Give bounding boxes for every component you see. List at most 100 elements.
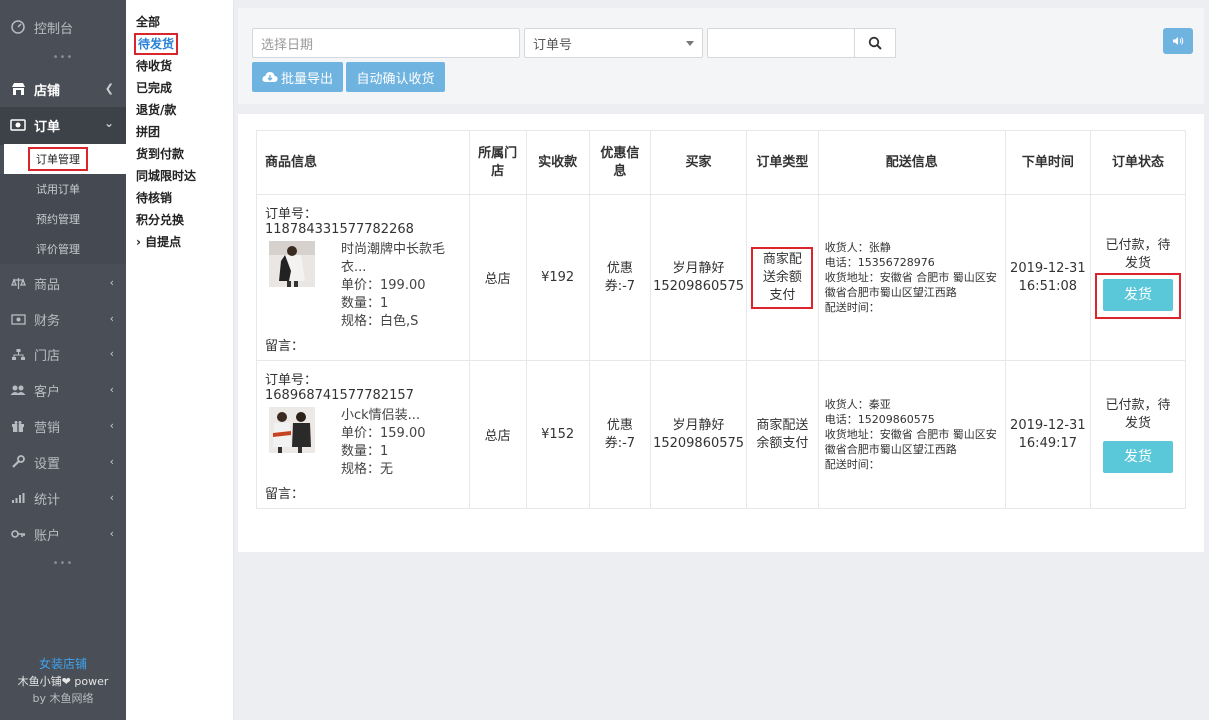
- product-title[interactable]: 时尚潮牌中长款毛: [341, 241, 445, 259]
- product-title-cont: 衣...: [341, 260, 367, 275]
- sidebar-item-dashboard[interactable]: 控制台: [0, 10, 126, 44]
- product-image[interactable]: [269, 407, 315, 453]
- paid-cell: ¥152: [525, 360, 590, 509]
- filter-self-pickup[interactable]: › 自提点: [136, 231, 181, 253]
- orders-table: 商品信息 所属门店 实收款 优惠信息 买家 订单类型 配送信息 下单时间 订单状…: [256, 130, 1187, 509]
- filter-to-verify[interactable]: 待核销: [136, 187, 172, 209]
- receiver-phone: 电话：15356728976: [824, 256, 935, 269]
- sidebar-subitem-booking[interactable]: 预约管理: [0, 204, 126, 234]
- store-cell: 总店: [468, 194, 527, 361]
- unit-price: 单价：159.00: [341, 426, 426, 441]
- order-status-cell: 已付款，待发货 发货: [1089, 360, 1187, 509]
- spec: 规格：白色,S: [341, 314, 419, 329]
- sidebar-subitem-trial-order[interactable]: 试用订单: [0, 174, 126, 204]
- status-filter-list: 全部 待发货 待收货 已完成 退货/款 拼团 货到付款 同城限时达 待核销 积分…: [126, 0, 234, 720]
- store-cell: 总店: [468, 360, 527, 509]
- sidebar-item-finance[interactable]: 财务 ‹: [0, 302, 126, 336]
- ship-button[interactable]: 发货: [1102, 278, 1173, 311]
- buyer-name: 岁月静好: [672, 260, 725, 276]
- spec: 规格：无: [341, 462, 394, 477]
- sidebar-subitem-review[interactable]: 评价管理: [0, 234, 126, 264]
- sound-button[interactable]: [1163, 28, 1193, 54]
- filter-all[interactable]: 全部: [136, 11, 160, 33]
- sidebar-item-label: 门店: [34, 348, 61, 364]
- order-number: 订单号：118784331577782268: [265, 207, 414, 237]
- gift-icon: [10, 418, 26, 434]
- sidebar-item-customer[interactable]: 客户 ‹: [0, 373, 126, 407]
- coupon-cell: 优惠券:-7: [588, 194, 652, 361]
- filter-group-buy[interactable]: 拼团: [136, 121, 160, 143]
- product-title[interactable]: 小ck情侣装...: [341, 407, 426, 425]
- table-row: 订单号：118784331577782268 时尚潮牌中长款毛 衣... 单价：…: [256, 194, 1187, 361]
- table-header-row: 商品信息 所属门店 实收款 优惠信息 买家 订单类型 配送信息 下单时间 订单状…: [256, 130, 1187, 195]
- sidebar-subitem-order-manage[interactable]: 订单管理: [4, 144, 126, 174]
- money-icon: [10, 311, 26, 327]
- buyer-cell: 岁月静好 15209860575: [650, 194, 747, 361]
- sidebar-item-marketing[interactable]: 营销 ‹: [0, 409, 126, 443]
- sidebar-item-settings[interactable]: 设置 ‹: [0, 445, 126, 479]
- buyer-memo: 留言：: [265, 487, 305, 502]
- order-status: 已付款，待发货: [1105, 237, 1171, 271]
- cloud-download-icon: [262, 72, 278, 82]
- users-icon: [10, 382, 26, 398]
- sidebar-item-order[interactable]: 订单 ⌄: [0, 108, 126, 142]
- order-number: 订单号：168968741577782157: [265, 373, 414, 403]
- quantity: 数量：1: [341, 296, 389, 311]
- product-image[interactable]: [269, 241, 315, 287]
- filter-points[interactable]: 积分兑换: [136, 209, 184, 231]
- order-date: 2019-12-31: [1010, 417, 1086, 433]
- search-type-select[interactable]: 订单号: [524, 28, 703, 58]
- date-picker-input[interactable]: 选择日期: [252, 28, 520, 58]
- order-type: 商家配送余额支付: [751, 246, 814, 309]
- sidebar-item-store[interactable]: 门店 ‹: [0, 337, 126, 371]
- delivery-cell: 收货人：张静 电话：15356728976 收货地址：安徽省 合肥市 蜀山区安徽…: [817, 194, 1006, 361]
- sidebar-item-goods[interactable]: 商品 ‹: [0, 266, 126, 300]
- paid-cell: ¥192: [525, 194, 590, 361]
- buyer-cell: 岁月静好 15209860575: [650, 360, 747, 509]
- chevron-down-icon: ⌄: [103, 116, 114, 130]
- receiver-phone: 电话：15209860575: [824, 413, 935, 426]
- address: 收货地址：安徽省 合肥市 蜀山区安徽省合肥市蜀山区望江西路: [824, 428, 997, 456]
- order-type: 商家配送余额支付: [756, 417, 809, 451]
- search-button[interactable]: [854, 28, 896, 58]
- delivery-time: 配送时间：: [824, 458, 880, 471]
- column-header: 优惠信息: [588, 130, 652, 195]
- chevron-left-icon: ‹: [109, 347, 114, 360]
- filter-to-ship[interactable]: 待发货: [134, 33, 179, 55]
- divider: •••: [52, 52, 74, 63]
- chevron-left-icon: ‹: [109, 419, 114, 432]
- column-header: 商品信息: [256, 130, 470, 195]
- sidebar-item-label: 客户: [34, 384, 61, 400]
- filter-cod[interactable]: 货到付款: [136, 143, 184, 165]
- sidebar-item-label: 商品: [34, 277, 61, 293]
- main-sidebar: 控制台 ••• 店铺 ❮ 订单 ⌄ 订单管理 试用订单 预约管理 评价管理 商品…: [0, 0, 126, 720]
- orders-panel: 商品信息 所属门店 实收款 优惠信息 买家 订单类型 配送信息 下单时间 订单状…: [238, 114, 1204, 552]
- column-header: 所属门店: [468, 130, 527, 195]
- sidebar-item-label: 店铺: [34, 83, 61, 99]
- bar-chart-icon: [10, 490, 26, 506]
- search-input[interactable]: [707, 28, 855, 58]
- order-icon: [10, 117, 26, 133]
- export-button[interactable]: 批量导出: [252, 62, 343, 92]
- unit-price: 单价：199.00: [341, 278, 426, 293]
- goods-cell: 订单号：168968741577782157 小ck情侣装... 单价：159.…: [256, 360, 470, 509]
- filter-completed[interactable]: 已完成: [136, 77, 172, 99]
- filter-refund[interactable]: 退货/款: [136, 99, 176, 121]
- sidebar-item-account[interactable]: 账户 ‹: [0, 517, 126, 551]
- sidebar-item-label: 账户: [34, 528, 61, 544]
- search-type-value: 订单号: [533, 37, 573, 53]
- filter-same-city[interactable]: 同城限时达: [136, 165, 196, 187]
- auto-confirm-button[interactable]: 自动确认收货: [346, 62, 445, 92]
- sidebar-item-label: 统计: [34, 492, 61, 508]
- shop-name[interactable]: 女装店铺: [0, 656, 126, 673]
- filter-to-receive[interactable]: 待收货: [136, 55, 172, 77]
- sidebar-item-label: 营销: [34, 420, 61, 436]
- chevron-left-icon: ‹: [109, 312, 114, 325]
- ship-button[interactable]: 发货: [1102, 440, 1173, 473]
- order-time: 16:49:17: [1018, 435, 1078, 451]
- sidebar-item-stats[interactable]: 统计 ‹: [0, 481, 126, 515]
- chevron-left-icon: ‹: [109, 527, 114, 540]
- sitemap-icon: [10, 346, 26, 362]
- sidebar-item-shop[interactable]: 店铺 ❮: [0, 72, 126, 106]
- chevron-left-icon: ‹: [109, 383, 114, 396]
